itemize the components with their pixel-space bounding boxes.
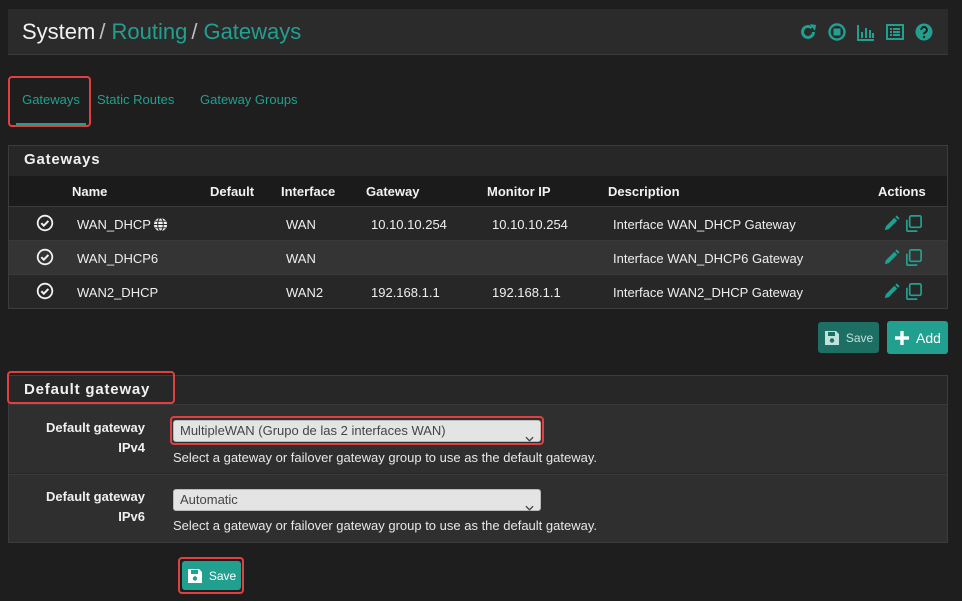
header-toolbar — [798, 22, 934, 42]
cell-interface: WAN — [286, 217, 316, 232]
floppy-disk-icon — [824, 330, 846, 346]
globe-icon — [153, 217, 168, 232]
help-text-ipv4: Select a gateway or failover gateway gro… — [173, 450, 597, 465]
gateways-panel: Gateways Name Default Interface Gateway … — [8, 145, 948, 309]
cell-interface: WAN — [286, 251, 316, 266]
stop-icon[interactable] — [827, 22, 847, 42]
highlight-outline-save — [178, 557, 244, 594]
cell-interface: WAN2 — [286, 285, 324, 300]
page-header: System / Routing / Gateways — [8, 9, 948, 55]
column-interface[interactable]: Interface — [281, 184, 335, 199]
row-actions — [882, 214, 923, 233]
label-default-gateway-ipv6: Default gateway IPv6 — [46, 489, 145, 524]
breadcrumb-routing[interactable]: Routing — [111, 19, 187, 44]
plus-icon — [894, 330, 916, 346]
help-text-ipv6: Select a gateway or failover gateway gro… — [173, 518, 597, 533]
highlight-outline-panel-title — [7, 371, 175, 404]
cell-description: Interface WAN_DHCP6 Gateway — [613, 251, 804, 266]
table-row: WAN2_DHCP WAN2 192.168.1.1 192.168.1.1 I… — [9, 274, 947, 308]
check-circle-icon — [36, 214, 54, 232]
edit-icon[interactable] — [882, 248, 901, 267]
default-gateway-ipv6-select[interactable]: Automatic — [173, 489, 541, 511]
label-default-gateway-ipv4: Default gateway IPv4 — [46, 420, 145, 455]
check-circle-icon — [36, 248, 54, 266]
column-description[interactable]: Description — [608, 184, 680, 199]
select-value: Automatic — [180, 492, 238, 507]
bar-chart-icon[interactable] — [856, 22, 876, 42]
cell-monitor-ip: 192.168.1.1 — [492, 285, 561, 300]
check-circle-icon — [36, 282, 54, 300]
tab-gateway-groups[interactable]: Gateway Groups — [200, 78, 298, 126]
highlight-outline-select — [170, 416, 544, 445]
cell-monitor-ip: 10.10.10.254 — [492, 217, 568, 232]
list-icon[interactable] — [885, 22, 905, 42]
panel-title-gateways: Gateways — [24, 151, 101, 168]
gateway-name: WAN_DHCP — [77, 217, 151, 232]
edit-icon[interactable] — [882, 282, 901, 301]
cell-gateway: 10.10.10.254 — [371, 217, 447, 232]
column-monitor-ip[interactable]: Monitor IP — [487, 184, 551, 199]
cell-gateway: 192.168.1.1 — [371, 285, 440, 300]
save-button-label: Save — [845, 330, 874, 345]
tab-static-routes[interactable]: Static Routes — [97, 78, 174, 126]
column-default[interactable]: Default — [210, 184, 254, 199]
column-name[interactable]: Name — [72, 184, 107, 199]
cell-description: Interface WAN2_DHCP Gateway — [613, 285, 804, 300]
add-button-label: Add — [916, 329, 941, 346]
copy-icon[interactable] — [904, 214, 923, 233]
reload-icon[interactable] — [798, 22, 818, 42]
table-row: WAN_DHCP WAN 10.10.10.254 10.10.10.254 I… — [9, 206, 947, 240]
add-gateway-button[interactable]: Add — [887, 321, 948, 354]
cell-name: WAN_DHCP — [77, 217, 168, 232]
save-button-gateways[interactable]: Save — [818, 322, 879, 353]
cell-name: WAN2_DHCP — [77, 285, 159, 300]
column-gateway[interactable]: Gateway — [366, 184, 419, 199]
edit-icon[interactable] — [882, 214, 901, 233]
copy-icon[interactable] — [904, 282, 923, 301]
cell-name: WAN_DHCP6 — [77, 251, 159, 266]
help-icon[interactable] — [914, 22, 934, 42]
chevron-down-icon — [525, 497, 534, 511]
table-row: WAN_DHCP6 WAN Interface WAN_DHCP6 Gatewa… — [9, 240, 947, 274]
breadcrumb: System / Routing / Gateways — [22, 19, 302, 44]
cell-description: Interface WAN_DHCP Gateway — [613, 217, 796, 232]
breadcrumb-gateways[interactable]: Gateways — [203, 19, 301, 44]
column-actions: Actions — [878, 184, 926, 199]
copy-icon[interactable] — [904, 248, 923, 267]
highlight-outline-tab — [8, 76, 91, 127]
row-actions — [882, 282, 923, 301]
table-header: Name Default Interface Gateway Monitor I… — [9, 176, 947, 206]
form-row-ipv6: Default gateway IPv6 Automatic Select a … — [9, 474, 947, 542]
breadcrumb-system: System — [22, 19, 96, 44]
row-actions — [882, 248, 923, 267]
